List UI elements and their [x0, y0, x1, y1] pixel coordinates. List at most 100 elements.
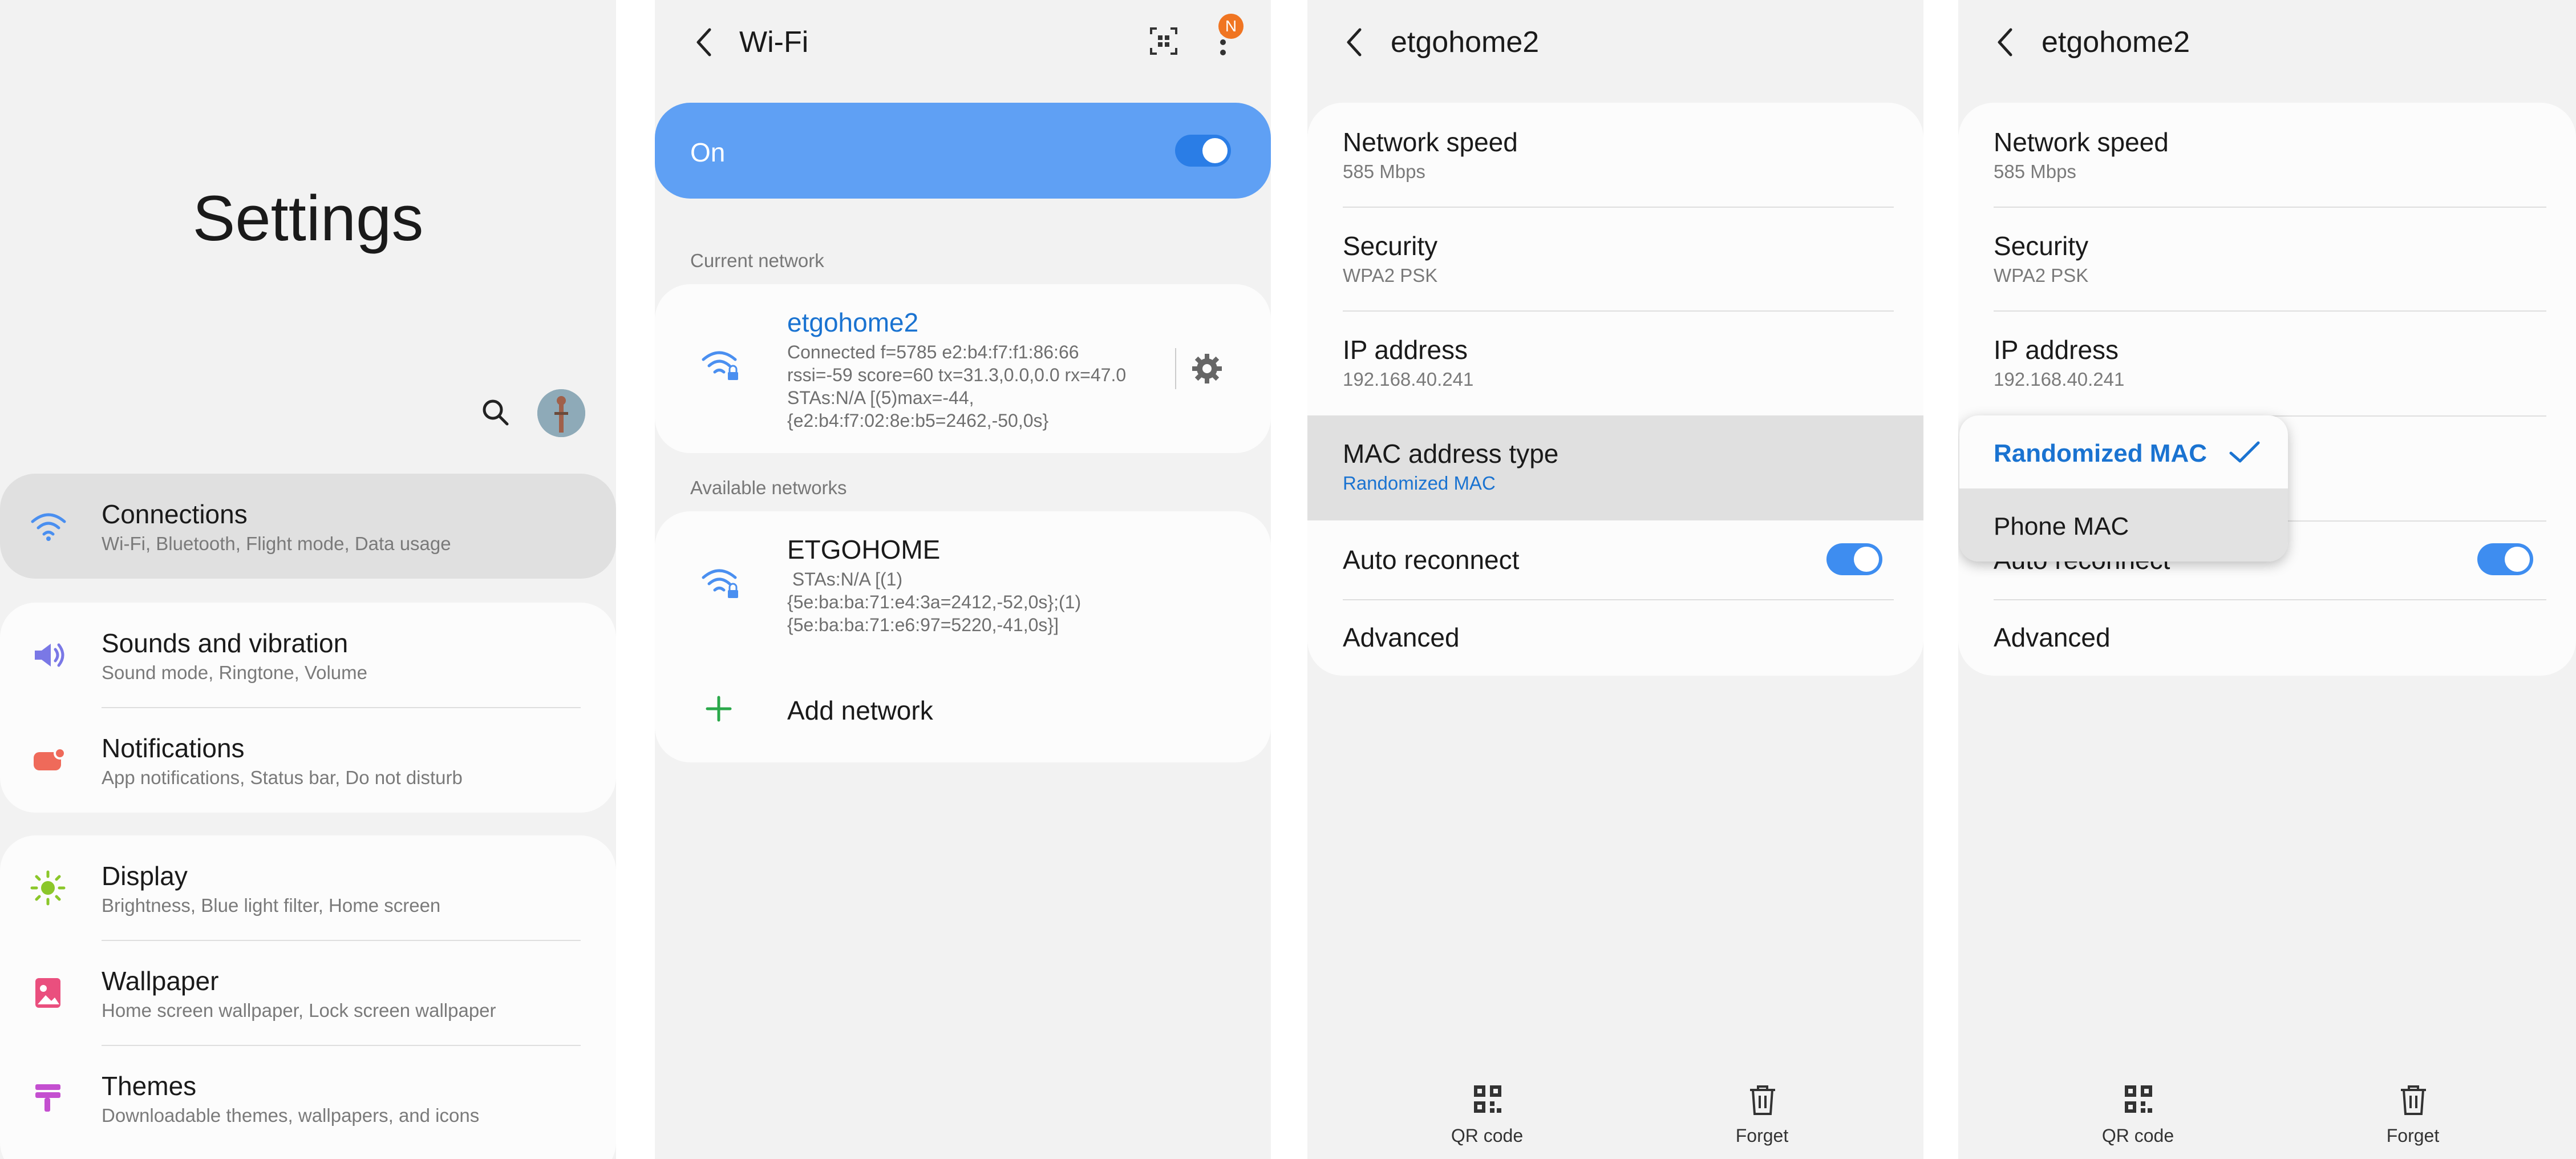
divider: [1994, 310, 2546, 312]
security-value: WPA2 PSK: [1343, 265, 1438, 286]
network-speed-label: Network speed: [1994, 127, 2169, 157]
wifi-screen: Wi-Fi N On Current network etgohome2 Con…: [655, 0, 1271, 1159]
back-icon[interactable]: [1344, 25, 1364, 62]
plus-icon: [705, 695, 732, 725]
forget-label: Forget: [1735, 1125, 1789, 1146]
popup-option-randomized-mac[interactable]: Randomized MAC: [1959, 415, 2288, 488]
network-detail: {5e:ba:ba:71:e6:97=5220,-41,0s}]: [787, 615, 1059, 635]
forget-label: Forget: [2386, 1125, 2440, 1146]
sun-icon: [30, 870, 66, 909]
advanced-item[interactable]: Advanced: [1994, 622, 2111, 653]
divider: [1343, 207, 1894, 208]
mac-address-type-item[interactable]: MAC address type Randomized MAC: [1307, 415, 1923, 520]
settings-screen: Settings Connections Wi-Fi, Bluetooth, F…: [0, 0, 616, 1159]
avatar[interactable]: [537, 389, 585, 437]
divider: [1994, 599, 2546, 600]
security-value: WPA2 PSK: [1994, 265, 2089, 286]
list-item[interactable]: Notifications App notifications, Status …: [0, 708, 616, 813]
network-speed-label: Network speed: [1343, 127, 1518, 157]
wifi-lock-icon: [700, 565, 743, 604]
sidebar-item-label: Display: [102, 861, 188, 891]
list-item[interactable]: Display Brightness, Blue light filter, H…: [0, 835, 616, 940]
sidebar-item-label: Connections: [102, 499, 248, 529]
page-title: Wi-Fi: [739, 26, 809, 59]
mac-address-type-value: Randomized MAC: [1343, 473, 1496, 494]
qr-code-label: QR code: [1451, 1125, 1524, 1146]
network-detail: {5e:ba:ba:71:e4:3a=2412,-52,0s};(1): [787, 592, 1082, 612]
network-details-screen: etgohome2 Network speed 585 Mbps Securit…: [1307, 0, 1923, 1159]
sidebar-item-label: Wallpaper: [102, 966, 219, 996]
auto-reconnect-label: Auto reconnect: [1343, 545, 1520, 575]
current-network-card[interactable]: etgohome2 Connected f=5785 e2:b4:f7:f1:8…: [655, 284, 1271, 453]
auto-reconnect-toggle[interactable]: [1826, 543, 1882, 575]
qr-code-icon: [1473, 1084, 1502, 1117]
divider: [1343, 599, 1894, 600]
add-network-label: Add network: [787, 696, 933, 725]
network-speed-value: 585 Mbps: [1994, 161, 2076, 182]
mac-type-popup: Randomized MAC Phone MAC: [1959, 415, 2288, 562]
network-detail: STAs:N/A [(5)max=-44,: [787, 387, 974, 408]
divider: [1175, 348, 1176, 389]
item-subtitle: Wi-Fi, Bluetooth, Flight mode, Data usag…: [102, 533, 451, 554]
list-item[interactable]: Sounds and vibration Sound mode, Rington…: [0, 603, 616, 708]
list-item[interactable]: Connections Wi-Fi, Bluetooth, Flight mod…: [0, 474, 616, 579]
qr-code-button[interactable]: QR code: [1416, 1084, 1558, 1153]
ip-address-label: IP address: [1994, 335, 2119, 365]
forget-button[interactable]: Forget: [1691, 1084, 1833, 1153]
wifi-master-switch-bar[interactable]: On: [655, 103, 1271, 199]
list-item[interactable]: Wallpaper Home screen wallpaper, Lock sc…: [0, 940, 616, 1045]
network-detail: rssi=-59 score=60 tx=31.3,0.0,0.0 rx=47.…: [787, 365, 1127, 385]
page-title: Settings: [192, 183, 424, 254]
qr-code-button[interactable]: QR code: [2067, 1084, 2209, 1153]
wallpaper-icon: [33, 976, 63, 1013]
list-item[interactable]: Themes Downloadable themes, wallpapers, …: [0, 1045, 616, 1150]
back-icon[interactable]: [694, 25, 714, 62]
item-subtitle: Downloadable themes, wallpapers, and ico…: [102, 1105, 480, 1126]
page-title: etgohome2: [1391, 26, 1540, 59]
wifi-icon: [30, 510, 67, 545]
auto-reconnect-toggle[interactable]: [2477, 543, 2533, 575]
option-label: Randomized MAC: [1994, 439, 2207, 467]
qr-scan-icon[interactable]: [1149, 26, 1178, 59]
network-name: ETGOHOME: [787, 535, 941, 564]
divider: [1994, 207, 2546, 208]
item-subtitle: App notifications, Status bar, Do not di…: [102, 767, 463, 788]
ip-address-label: IP address: [1343, 335, 1468, 365]
settings-group: Sounds and vibration Sound mode, Rington…: [0, 603, 616, 813]
network-detail: STAs:N/A [(1): [787, 569, 903, 589]
trash-icon: [1748, 1084, 1777, 1119]
item-subtitle: Sound mode, Ringtone, Volume: [102, 662, 367, 683]
available-networks-card: ETGOHOME STAs:N/A [(1) {5e:ba:ba:71:e4:3…: [655, 511, 1271, 762]
settings-group: Display Brightness, Blue light filter, H…: [0, 835, 616, 1159]
add-network-button[interactable]: Add network: [655, 671, 1271, 751]
sidebar-item-label: Themes: [102, 1071, 197, 1101]
gear-icon[interactable]: [1190, 352, 1224, 389]
network-details-card: Network speed 585 Mbps Security WPA2 PSK…: [1307, 103, 1923, 676]
back-icon[interactable]: [1995, 25, 2015, 62]
page-title: etgohome2: [2042, 26, 2190, 59]
forget-button[interactable]: Forget: [2342, 1084, 2484, 1153]
ip-address-value: 192.168.40.241: [1994, 369, 2125, 390]
section-header: Current network: [690, 250, 824, 271]
option-label: Phone MAC: [1994, 512, 2129, 540]
security-label: Security: [1343, 231, 1438, 261]
network-detail: {e2:b4:f7:02:8e:b5=2462,-50,0s}: [787, 410, 1049, 431]
network-item[interactable]: ETGOHOME STAs:N/A [(1) {5e:ba:ba:71:e4:3…: [655, 511, 1271, 660]
notification-icon: [31, 744, 68, 779]
checkmark-icon: [2229, 441, 2261, 467]
popup-option-phone-mac[interactable]: Phone MAC: [1959, 488, 2288, 562]
ip-address-value: 192.168.40.241: [1343, 369, 1474, 390]
qr-code-icon: [2124, 1084, 2153, 1117]
wifi-lock-icon: [700, 347, 743, 386]
auto-reconnect-item[interactable]: Auto reconnect: [1307, 520, 1923, 599]
network-details-card: Network speed 585 Mbps Security WPA2 PSK…: [1958, 103, 2576, 676]
item-subtitle: Brightness, Blue light filter, Home scre…: [102, 895, 441, 916]
wifi-toggle[interactable]: [1175, 135, 1231, 167]
sidebar-item-label: Notifications: [102, 733, 245, 763]
divider: [1343, 310, 1894, 312]
trash-icon: [2399, 1084, 2428, 1119]
advanced-item[interactable]: Advanced: [1343, 622, 1460, 653]
search-icon[interactable]: [481, 398, 511, 430]
notification-badge: N: [1218, 14, 1244, 39]
network-name: etgohome2: [787, 308, 919, 337]
